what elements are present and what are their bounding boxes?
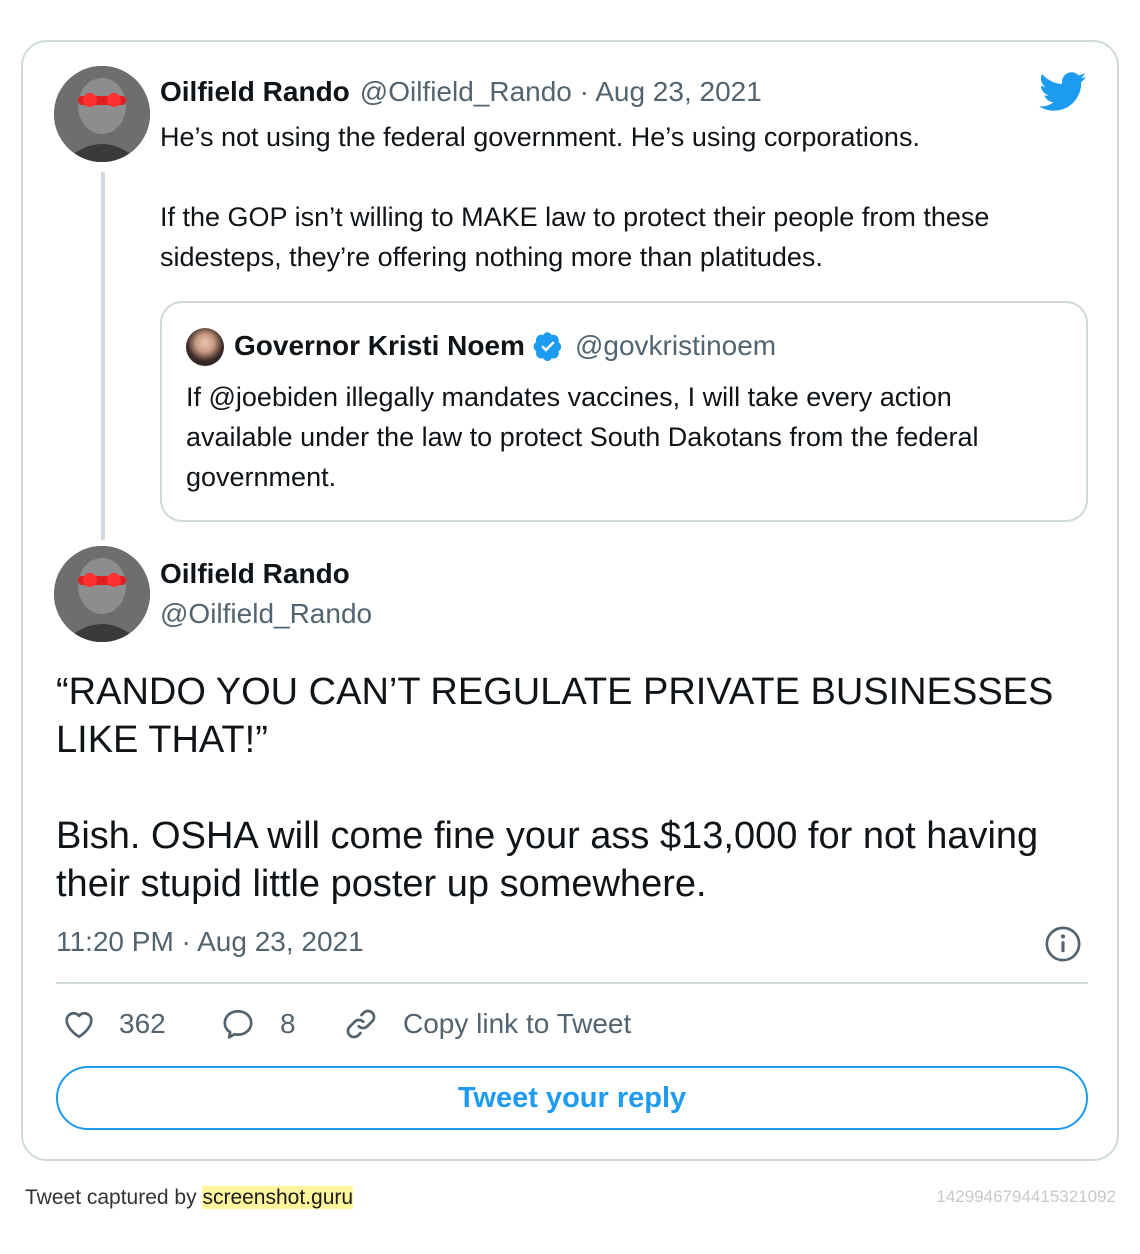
like-count: 362 xyxy=(119,1008,166,1039)
tweet-your-reply-button[interactable]: Tweet your reply xyxy=(56,1066,1088,1130)
reply-count: 8 xyxy=(280,1008,296,1039)
author-name[interactable]: Oilfield Rando xyxy=(160,558,350,590)
reply-count-button[interactable]: 8 xyxy=(220,1006,296,1042)
main-tweet-para2: Bish. OSHA will come fine your ass $13,0… xyxy=(56,815,1039,905)
quoted-tweet-text: If @joebiden illegally mandates vaccines… xyxy=(186,382,979,492)
divider xyxy=(56,982,1088,984)
thread-connector xyxy=(101,172,105,540)
main-tweet-para1: “RANDO YOU CAN’T REGULATE PRIVATE BUSINE… xyxy=(56,671,1054,761)
quoted-author-name[interactable]: Governor Kristi Noem xyxy=(234,330,525,362)
like-button[interactable]: 362 xyxy=(61,1006,166,1042)
reply-icon xyxy=(220,1006,256,1042)
captured-by: Tweet captured by screenshot.guru xyxy=(25,1186,354,1210)
screenshot-guru-link[interactable]: screenshot.guru xyxy=(202,1186,354,1209)
author-name[interactable]: Oilfield Rando xyxy=(160,76,350,108)
avatar-image xyxy=(54,66,150,162)
parent-tweet-line2: If the GOP isn’t willing to MAKE law to … xyxy=(160,202,990,272)
quoted-author-handle[interactable]: @govkristinoem xyxy=(575,330,776,362)
tweet-timestamp[interactable]: 11:20 PM · Aug 23, 2021 xyxy=(56,926,364,958)
avatar[interactable] xyxy=(54,66,150,162)
copy-link-button[interactable]: Copy link to Tweet xyxy=(343,1006,631,1042)
verified-badge-icon xyxy=(533,331,563,361)
info-icon[interactable] xyxy=(1044,925,1082,968)
parent-tweet-line1: He’s not using the federal government. H… xyxy=(160,122,920,152)
quoted-tweet[interactable]: Governor Kristi Noem @govkristinoem If @… xyxy=(160,301,1088,522)
twitter-bird-icon[interactable] xyxy=(1039,72,1087,112)
parent-tweet-header: Oilfield Rando @Oilfield_Rando · Aug 23,… xyxy=(160,76,762,108)
link-icon xyxy=(343,1006,379,1042)
heart-icon xyxy=(61,1006,97,1042)
avatar[interactable] xyxy=(54,546,150,642)
author-handle-date[interactable]: @Oilfield_Rando · Aug 23, 2021 xyxy=(360,76,762,108)
captured-by-prefix: Tweet captured by xyxy=(25,1186,197,1209)
quoted-tweet-header: Governor Kristi Noem @govkristinoem xyxy=(234,330,776,362)
copy-link-label: Copy link to Tweet xyxy=(403,1008,632,1039)
tweet-id: 1429946794415321092 xyxy=(936,1187,1116,1206)
author-handle[interactable]: @Oilfield_Rando xyxy=(160,598,372,630)
quoted-avatar[interactable] xyxy=(186,328,224,366)
tweet-card: Oilfield Rando @Oilfield_Rando · Aug 23,… xyxy=(21,40,1119,1161)
avatar-image xyxy=(54,546,150,642)
